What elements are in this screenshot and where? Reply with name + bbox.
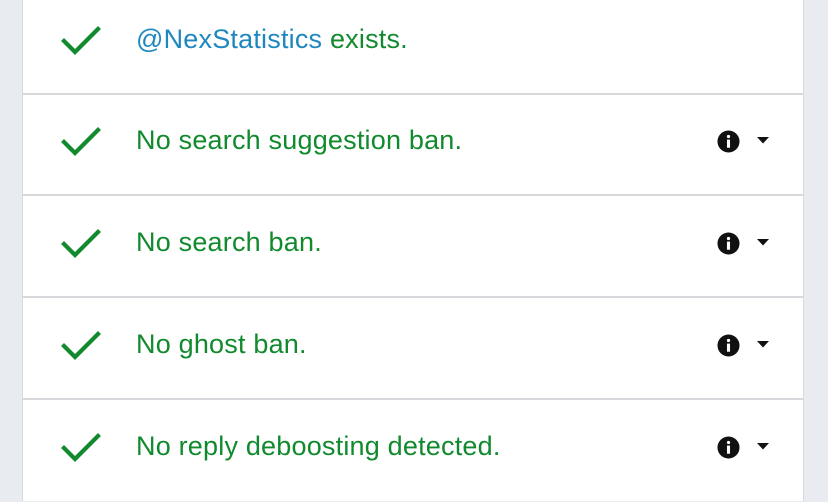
result-text: No reply deboosting detected. xyxy=(136,431,501,461)
result-row-ghost-ban: No ghost ban. xyxy=(23,299,803,400)
info-icon[interactable] xyxy=(717,130,740,153)
check-icon xyxy=(61,331,101,360)
info-icon[interactable] xyxy=(717,334,740,357)
info-icon[interactable] xyxy=(717,436,740,459)
result-row-search-ban: No search ban. xyxy=(23,197,803,298)
result-row-exists: @NexStatistics exists. xyxy=(23,0,803,95)
check-icon xyxy=(61,127,101,156)
result-text-suffix: exists. xyxy=(322,24,408,54)
result-text: No search ban. xyxy=(136,227,322,257)
info-icon[interactable] xyxy=(717,232,740,255)
check-icon xyxy=(61,26,101,55)
chevron-down-icon[interactable] xyxy=(757,239,769,247)
account-handle-link[interactable]: @NexStatistics xyxy=(136,24,322,54)
result-row-reply-deboosting: No reply deboosting detected. xyxy=(23,401,803,502)
result-text: No ghost ban. xyxy=(136,329,307,359)
check-icon xyxy=(61,229,101,258)
result-text: @NexStatistics exists. xyxy=(136,23,408,55)
chevron-down-icon[interactable] xyxy=(757,137,769,145)
result-text: No search suggestion ban. xyxy=(136,125,463,155)
result-row-search-suggestion-ban: No search suggestion ban. xyxy=(23,95,803,196)
chevron-down-icon[interactable] xyxy=(757,443,769,451)
check-icon xyxy=(61,433,101,462)
chevron-down-icon[interactable] xyxy=(757,341,769,349)
results-panel: @NexStatistics exists. No search suggest… xyxy=(22,0,804,501)
